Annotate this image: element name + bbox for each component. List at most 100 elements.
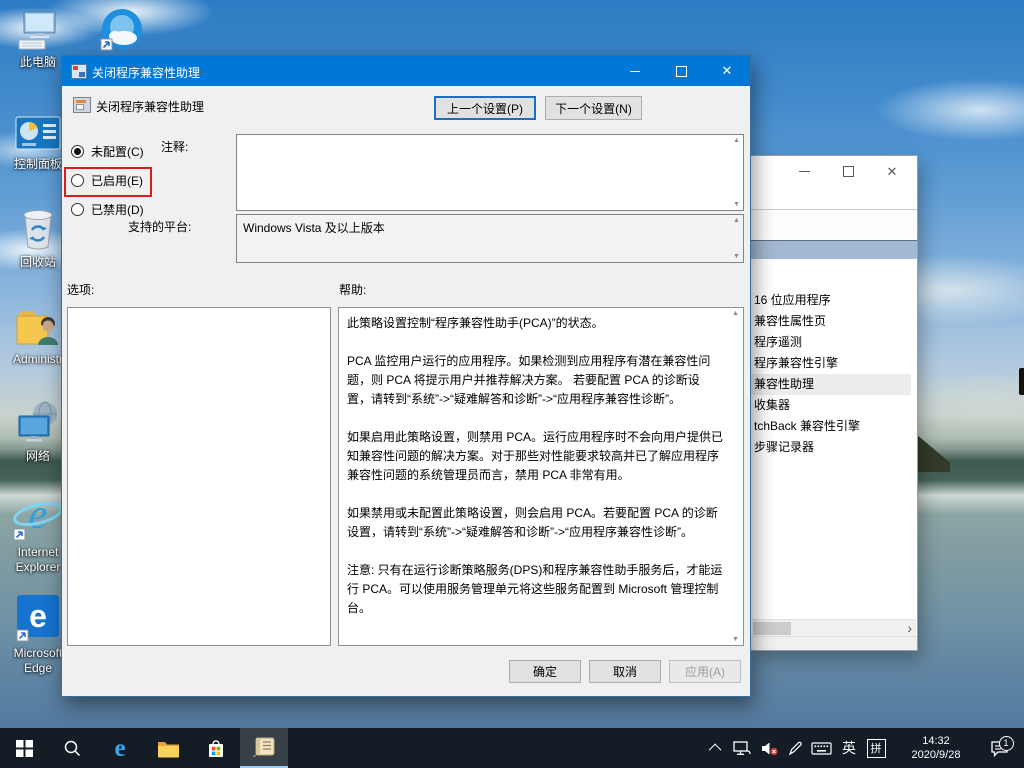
policy-setting-heading: 关闭程序兼容性助理: [96, 98, 204, 115]
gpedit-close-button[interactable]: ✕: [873, 156, 911, 186]
edge-icon: e: [114, 736, 125, 761]
previous-setting-button[interactable]: 上一个设置(P): [434, 96, 536, 120]
radio-disabled[interactable]: 已禁用(D): [71, 201, 144, 218]
supported-on-value: Windows Vista 及以上版本: [243, 219, 727, 236]
close-icon: ✕: [887, 165, 898, 178]
tray-windows-ink[interactable]: [784, 728, 806, 768]
help-panel: 此策略设置控制“程序兼容性助手(PCA)”的状态。 PCA 监控用户运行的应用程…: [338, 307, 744, 646]
taskbar-search-button[interactable]: [48, 728, 96, 768]
taskbar-file-explorer-button[interactable]: [144, 728, 192, 768]
network-status-icon: [733, 741, 751, 756]
list-item[interactable]: 步骤记录器: [751, 437, 911, 458]
list-item-selected[interactable]: 兼容性助理: [751, 374, 911, 395]
list-item[interactable]: 16 位应用程序: [751, 290, 911, 311]
gpedit-titlebar[interactable]: ✕: [751, 156, 917, 190]
tray-date: 2020/9/28: [912, 748, 961, 762]
help-scrollbar[interactable]: ▲ ▼: [729, 310, 742, 643]
tray-ime-mode[interactable]: 拼: [864, 728, 888, 768]
dialog-titlebar[interactable]: 关闭程序兼容性助理 ✕: [62, 56, 750, 86]
desktop-icon-browser-shortcut[interactable]: [86, 6, 158, 52]
search-icon: [63, 739, 81, 757]
list-item[interactable]: 兼容性属性页: [751, 311, 911, 332]
dialog-close-button[interactable]: ✕: [704, 56, 750, 86]
list-item[interactable]: 程序兼容性引擎: [751, 353, 911, 374]
comment-label: 注释:: [161, 138, 188, 155]
gpedit-status-bar: [751, 636, 917, 650]
tray-action-center[interactable]: 1: [984, 728, 1014, 768]
apply-button: 应用(A): [669, 660, 741, 683]
notification-count-badge: 1: [999, 736, 1014, 751]
scroll-up-icon[interactable]: ▲: [732, 310, 739, 317]
mouse-cursor: [1019, 368, 1024, 395]
scroll-right-icon[interactable]: ›: [907, 620, 912, 637]
red-highlight-box: [64, 167, 152, 197]
dialog-app-icon: [71, 64, 87, 79]
maximize-icon: [676, 66, 687, 77]
group-policy-editor-window: ✕ 16 位应用程序 兼容性属性页 程序遥测 程序兼容性引擎 兼容性助理 收集器…: [750, 155, 918, 651]
taskbar-gpedit-button-active[interactable]: [240, 728, 288, 768]
tray-volume-muted[interactable]: [756, 728, 782, 768]
group-policy-scroll-icon: [252, 737, 277, 758]
list-item[interactable]: 程序遥测: [751, 332, 911, 353]
dialog-minimize-button[interactable]: [612, 56, 658, 86]
list-item[interactable]: tchBack 兼容性引擎: [751, 416, 911, 437]
dialog-maximize-button[interactable]: [658, 56, 704, 86]
supported-on-label: 支持的平台:: [128, 218, 191, 235]
next-setting-button[interactable]: 下一个设置(N): [545, 96, 642, 120]
help-text: 此策略设置控制“程序兼容性助手(PCA)”的状态。 PCA 监控用户运行的应用程…: [347, 314, 723, 639]
tray-show-hidden-icons[interactable]: [706, 728, 726, 768]
scroll-down-icon[interactable]: ▼: [733, 253, 740, 260]
taskbar: e: [0, 728, 1024, 768]
tray-clock[interactable]: 14:32 2020/9/28: [894, 728, 978, 768]
microsoft-store-icon: [206, 738, 226, 759]
start-button[interactable]: [0, 728, 48, 768]
gpedit-minimize-button[interactable]: [785, 156, 823, 186]
policy-setting-dialog: 关闭程序兼容性助理 ✕ 关闭程序兼容性助理 上一个设置(P) 下一个设置(N) …: [61, 55, 751, 697]
tray-ime-language[interactable]: 英: [838, 728, 860, 768]
gpedit-maximize-button[interactable]: [829, 156, 867, 186]
supported-on-box: Windows Vista 及以上版本 ▲ ▼: [236, 214, 744, 263]
help-label: 帮助:: [339, 281, 366, 298]
minimize-icon: [630, 71, 640, 72]
cancel-button[interactable]: 取消: [589, 660, 661, 683]
policy-setting-icon: [73, 97, 91, 113]
radio-button-icon[interactable]: [71, 145, 84, 158]
taskbar-edge-button[interactable]: e: [96, 728, 144, 768]
scrollbar-thumb[interactable]: [753, 622, 791, 635]
list-item[interactable]: 收集器: [751, 395, 911, 416]
scroll-up-icon[interactable]: ▲: [733, 217, 740, 224]
gpedit-settings-list: 16 位应用程序 兼容性属性页 程序遥测 程序兼容性引擎 兼容性助理 收集器 t…: [751, 259, 917, 606]
pen-icon: [788, 741, 803, 756]
comment-scrollbar[interactable]: ▲ ▼: [730, 135, 743, 210]
dialog-title: 关闭程序兼容性助理: [92, 64, 200, 81]
gpedit-list-column-header[interactable]: [751, 240, 917, 260]
supported-on-scrollbar[interactable]: ▲ ▼: [730, 215, 743, 262]
this-pc-icon: [2, 6, 74, 52]
options-panel: [67, 307, 331, 646]
scroll-down-icon[interactable]: ▼: [732, 636, 739, 643]
windows-logo-icon: [16, 740, 33, 757]
screen: 此电脑 控制面板: [0, 0, 1024, 768]
scroll-down-icon[interactable]: ▼: [733, 201, 740, 208]
horizontal-scrollbar[interactable]: ›: [752, 619, 916, 637]
svg-text:e: e: [29, 598, 47, 634]
close-icon: ✕: [722, 63, 733, 79]
chevron-up-icon: [708, 743, 721, 756]
comment-input[interactable]: ▲ ▼: [236, 134, 744, 211]
radio-not-configured[interactable]: 未配置(C): [71, 143, 144, 160]
tray-time: 14:32: [922, 734, 950, 748]
scroll-up-icon[interactable]: ▲: [733, 137, 740, 144]
keyboard-icon: [811, 741, 832, 756]
tray-network[interactable]: [730, 728, 754, 768]
tray-touch-keyboard[interactable]: [808, 728, 834, 768]
gpedit-toolbar: [751, 210, 917, 239]
minimize-icon: [799, 171, 810, 172]
pinyin-ime-icon: 拼: [867, 739, 886, 758]
radio-button-icon[interactable]: [71, 203, 84, 216]
file-explorer-icon: [157, 739, 180, 758]
browser-icon: [86, 6, 158, 52]
options-label: 选项:: [67, 281, 94, 298]
radio-label: 未配置(C): [91, 143, 144, 160]
taskbar-store-button[interactable]: [192, 728, 240, 768]
ok-button[interactable]: 确定: [509, 660, 581, 683]
